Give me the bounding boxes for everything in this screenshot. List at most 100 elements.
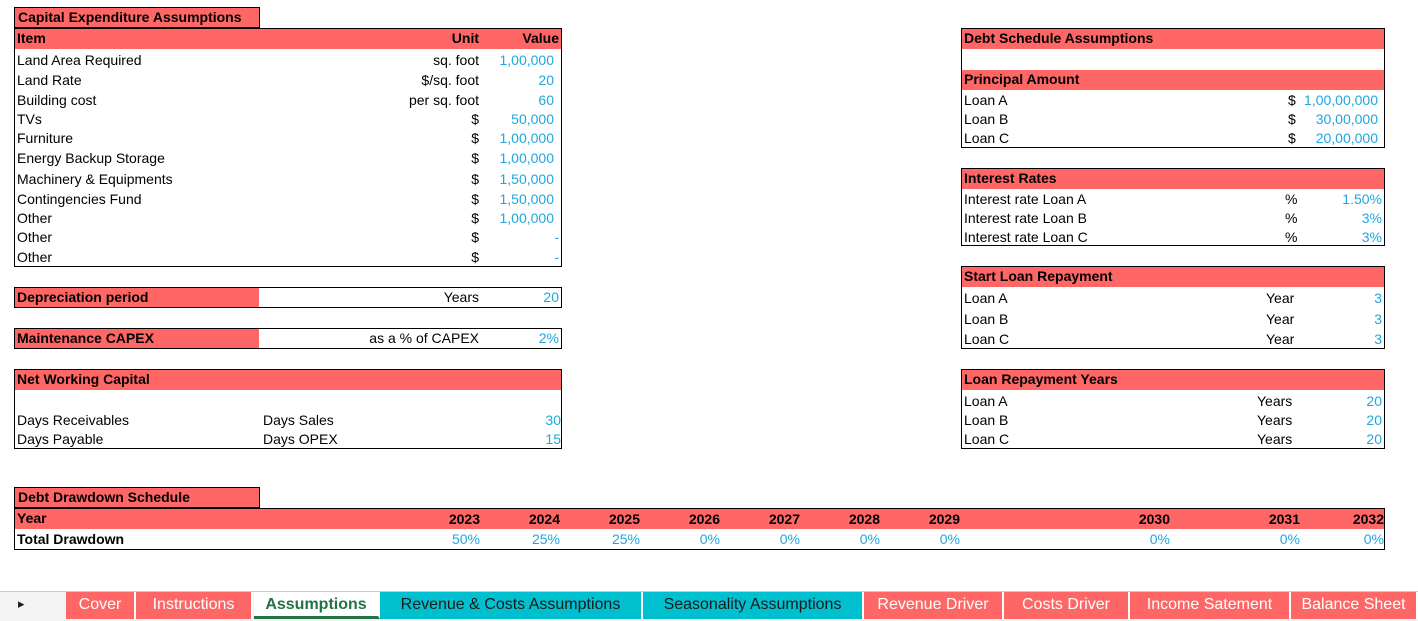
years-row-value[interactable]: 20 (1366, 391, 1382, 411)
start-row-value[interactable]: 3 (1374, 309, 1382, 329)
start-row-label: Loan C (964, 331, 1010, 347)
years-row-value[interactable]: 20 (1366, 410, 1382, 430)
capex-row-unit: $ (471, 229, 479, 245)
start-row-label: Loan A (964, 290, 1008, 306)
interest-row-value[interactable]: 1.50% (1342, 189, 1382, 209)
interest-row: Interest rate Loan B% 3% (963, 208, 1383, 228)
principal-row: Loan B $30,00,000 (963, 109, 1383, 129)
drawdown-value[interactable]: 0% (740, 529, 800, 549)
capex-row-value[interactable]: 1,00,000 (500, 128, 555, 148)
principal-row: Loan C $20,00,000 (963, 128, 1383, 148)
tab-instructions[interactable]: Instructions (136, 592, 253, 619)
drawdown-year: 2030 (1138, 511, 1170, 527)
drawdown-value[interactable]: 0% (900, 529, 960, 549)
capex-row-item: Furniture (17, 130, 74, 146)
capex-row-value[interactable]: - (554, 227, 559, 247)
principal-row-value[interactable]: 20,00,000 (1316, 128, 1378, 148)
principal-row-unit: $ (1288, 92, 1296, 108)
tab-costs-driver[interactable]: Costs Driver (1004, 592, 1130, 619)
capex-row-value[interactable]: 60 (538, 90, 554, 110)
tab-income-satement[interactable]: Income Satement (1130, 592, 1291, 619)
nwc-row-receivables: Days Receivables Days Sales 30 (17, 410, 561, 430)
drawdown-value[interactable]: 50% (420, 529, 480, 549)
years-row-label: Loan A (964, 393, 1008, 409)
principal-row-value[interactable]: 1,00,00,000 (1304, 90, 1378, 110)
tab-assumptions[interactable]: Assumptions (254, 592, 380, 619)
capex-row-value[interactable]: 1,50,000 (500, 189, 555, 209)
capex-row-value[interactable]: 1,00,000 (500, 50, 555, 70)
capex-row-unit: $ (471, 171, 479, 187)
start-repayment-table: Start Loan Repayment Loan A Year 3 Loan B Ye… (961, 266, 1385, 349)
start-row-value[interactable]: 3 (1374, 329, 1382, 349)
interest-row-value[interactable]: 3% (1362, 208, 1382, 228)
drawdown-value[interactable]: 0% (1110, 529, 1170, 549)
start-row-value[interactable]: 3 (1374, 288, 1382, 308)
capex-row-value[interactable]: 1,50,000 (500, 169, 555, 189)
drawdown-value[interactable]: 0% (660, 529, 720, 549)
tab-balance-sheet[interactable]: Balance Sheet (1291, 592, 1418, 619)
principal-row-label: Loan A (964, 92, 1008, 108)
interest-row-unit: % (1285, 191, 1298, 207)
col-value-header: Value (522, 30, 559, 46)
capex-row-item: Building cost (17, 92, 97, 108)
interest-table: Interest Rates Interest rate Loan A% 1.50… (961, 168, 1385, 246)
capex-row-value[interactable]: 1,00,000 (500, 208, 555, 228)
principal-row-unit: $ (1288, 111, 1296, 127)
capex-row: Building cost per sq. foot 60 (16, 90, 560, 110)
maintenance-row: Maintenance CAPEX as a % of CAPEX 2% (14, 328, 562, 349)
principal-row-value[interactable]: 30,00,000 (1316, 109, 1378, 129)
capex-row-item: Other (17, 229, 53, 245)
maintenance-unit: as a % of CAPEX (369, 330, 479, 346)
drawdown-value[interactable]: 0% (820, 529, 880, 549)
interest-row-label: Interest rate Loan B (964, 210, 1087, 226)
principal-title: Principal Amount (962, 70, 1384, 90)
drawdown-value[interactable]: 25% (580, 529, 640, 549)
nwc-row-value[interactable]: 15 (545, 429, 561, 449)
interest-row: Interest rate Loan C% 3% (963, 227, 1383, 247)
capex-row-unit: $ (471, 130, 479, 146)
drawdown-value[interactable]: 0% (1240, 529, 1300, 549)
capex-row-value[interactable]: - (554, 247, 559, 267)
capex-row: Furniture $1,00,000 (16, 128, 560, 148)
start-row: Loan A Year 3 (963, 288, 1383, 308)
capex-row: Other $ - (16, 247, 560, 267)
capex-row: Energy Backup Storage $1,00,000 (16, 148, 560, 168)
debt-schedule-table: Debt Schedule Assumptions Principal Amou… (961, 28, 1385, 148)
depreciation-value[interactable]: 20 (543, 288, 559, 307)
capex-row-item: Other (17, 249, 53, 265)
capex-row-item: TVs (17, 111, 42, 127)
interest-row-label: Interest rate Loan C (964, 229, 1088, 245)
drawdown-year: 2027 (768, 511, 800, 527)
interest-row-unit: % (1285, 210, 1298, 226)
capex-row-value[interactable]: 1,00,000 (500, 148, 555, 168)
capex-row-item: Machinery & Equipments (17, 171, 173, 187)
principal-row-unit: $ (1288, 130, 1296, 146)
start-repayment-title: Start Loan Repayment (962, 267, 1384, 287)
capex-row-value[interactable]: 20 (538, 70, 554, 90)
drawdown-table: Year Total Drawdown 2023 50% 2024 25% 2025 25… (14, 508, 1385, 550)
tab-scroll-arrow-icon[interactable]: ▸ (18, 596, 25, 612)
tab-revenue-costs-assumptions[interactable]: Revenue & Costs Assumptions (380, 592, 643, 619)
nwc-row-label: Days Payable (17, 431, 104, 447)
capex-row: TVs $50,000 (16, 109, 560, 129)
capex-row-item: Land Rate (17, 72, 82, 88)
start-row-unit: Year (1266, 331, 1295, 347)
capex-row-value[interactable]: 50,000 (511, 109, 554, 129)
interest-row-value[interactable]: 3% (1362, 227, 1382, 247)
drawdown-value[interactable]: 25% (500, 529, 560, 549)
debt-schedule-title: Debt Schedule Assumptions (962, 29, 1384, 49)
years-row-value[interactable]: 20 (1366, 429, 1382, 449)
nwc-row-unit: Days Sales (263, 412, 334, 428)
interest-row-unit: % (1285, 229, 1298, 245)
capex-row-unit: $ (471, 210, 479, 226)
capex-row-item: Contingencies Fund (17, 191, 142, 207)
years-row-label: Loan B (964, 412, 1009, 428)
maintenance-value[interactable]: 2% (539, 329, 559, 348)
tab-revenue-driver[interactable]: Revenue Driver (864, 592, 1004, 619)
capex-row-unit: $/sq. foot (421, 72, 479, 88)
tab-seasonality-assumptions[interactable]: Seasonality Assumptions (643, 592, 864, 619)
drawdown-value[interactable]: 0% (1324, 529, 1384, 549)
tab-cover[interactable]: Cover (66, 592, 136, 619)
principal-row-label: Loan B (964, 111, 1009, 127)
nwc-row-value[interactable]: 30 (545, 410, 561, 430)
